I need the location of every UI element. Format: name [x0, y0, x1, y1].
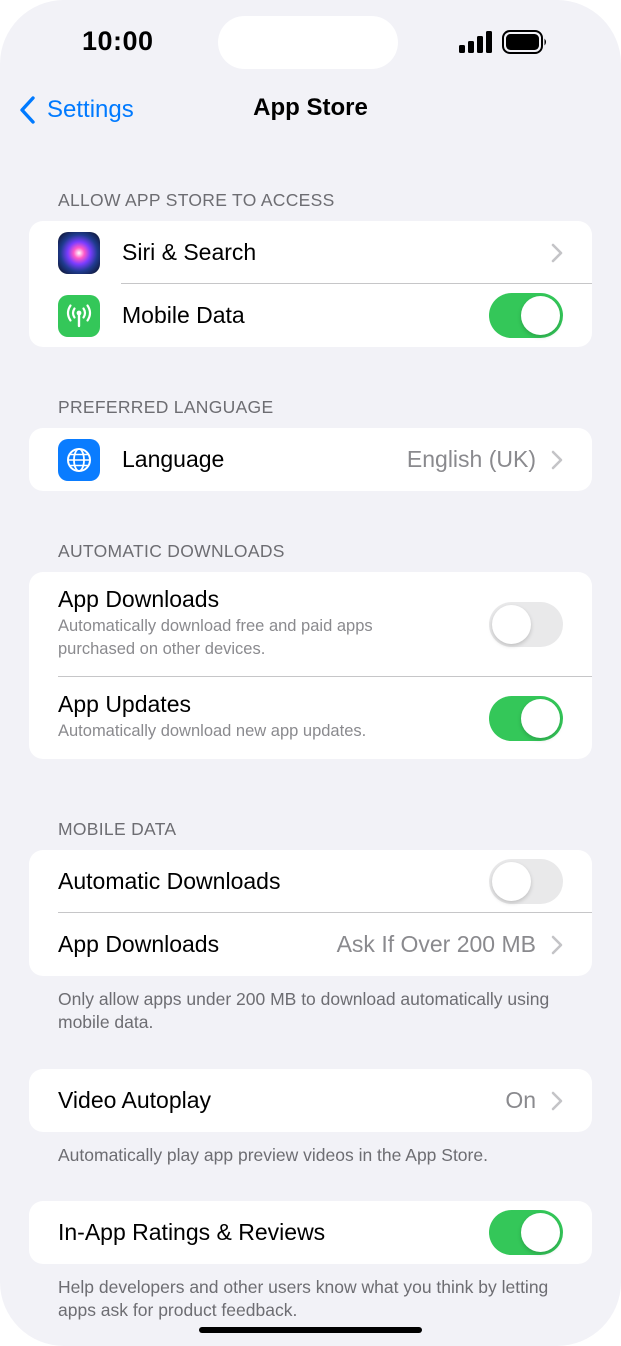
section-header-mobile-data: MOBILE DATA — [58, 819, 177, 839]
mobile-data-toggle[interactable] — [489, 293, 563, 338]
app-updates-row: App Updates Automatically download new a… — [29, 677, 592, 759]
section-header-automatic-downloads: AUTOMATIC DOWNLOADS — [58, 541, 285, 561]
chevron-right-icon — [551, 450, 563, 469]
antenna-icon — [58, 294, 100, 337]
video-footer: Automatically play app preview videos in… — [58, 1145, 488, 1165]
app-downloads-label: App Downloads — [58, 586, 220, 612]
access-group: Siri & Search Mobile Data — [29, 221, 592, 347]
app-updates-label: App Updates — [58, 691, 191, 717]
language-row[interactable]: Language English (UK) — [29, 428, 592, 491]
mobile-data-footer: Only allow apps under 200 MB to download… — [58, 989, 550, 1032]
language-label: Language — [122, 446, 225, 472]
video-autoplay-row[interactable]: Video Autoplay On — [29, 1069, 592, 1132]
globe-icon — [58, 438, 100, 481]
app-downloads-toggle[interactable] — [489, 602, 563, 647]
language-group: Language English (UK) — [29, 428, 592, 491]
status-time: 10:00 — [82, 26, 154, 56]
home-indicator[interactable] — [199, 1327, 422, 1333]
ratings-row: In-App Ratings & Reviews — [29, 1201, 592, 1264]
siri-icon — [58, 231, 100, 274]
chevron-right-icon — [551, 243, 563, 262]
video-autoplay-value: On — [505, 1087, 536, 1113]
cellular-signal-icon — [459, 31, 493, 53]
battery-icon — [502, 30, 546, 54]
automatic-downloads-row: Automatic Downloads — [29, 850, 592, 913]
ratings-footer: Help developers and other users know wha… — [58, 1277, 549, 1320]
siri-search-row[interactable]: Siri & Search — [29, 221, 592, 284]
language-value: English (UK) — [406, 446, 536, 472]
video-group: Video Autoplay On — [29, 1069, 592, 1132]
dynamic-island — [218, 16, 398, 69]
automatic-downloads-group: App Downloads Automatically download fre… — [29, 572, 592, 759]
app-downloads-row: App Downloads Automatically download fre… — [29, 572, 592, 677]
app-downloads-description: Automatically download free and paid app… — [58, 617, 373, 658]
app-updates-toggle[interactable] — [489, 696, 563, 741]
automatic-downloads-toggle[interactable] — [489, 859, 563, 904]
video-autoplay-label: Video Autoplay — [58, 1087, 212, 1113]
ratings-group: In-App Ratings & Reviews — [29, 1201, 592, 1264]
chevron-right-icon — [551, 935, 563, 954]
mobile-data-label: Mobile Data — [122, 302, 245, 328]
settings-screen: 10:00 Settings App Store ALLOW APP STORE… — [0, 0, 621, 1346]
ratings-label: In-App Ratings & Reviews — [58, 1219, 326, 1245]
siri-search-label: Siri & Search — [122, 239, 257, 265]
app-updates-description: Automatically download new app updates. — [58, 722, 367, 740]
section-header-access: ALLOW APP STORE TO ACCESS — [58, 190, 335, 210]
ratings-toggle[interactable] — [489, 1210, 563, 1255]
automatic-downloads-label: Automatic Downloads — [58, 868, 281, 894]
page-title: App Store — [253, 94, 368, 121]
section-header-language: PREFERRED LANGUAGE — [58, 397, 274, 417]
mobile-app-downloads-value: Ask If Over 200 MB — [336, 931, 536, 957]
mobile-data-row: Mobile Data — [29, 284, 592, 347]
chevron-right-icon — [551, 1091, 563, 1110]
mobile-data-group: Automatic Downloads App Downloads Ask If… — [29, 850, 592, 976]
mobile-app-downloads-label: App Downloads — [58, 931, 220, 957]
mobile-app-downloads-row[interactable]: App Downloads Ask If Over 200 MB — [29, 913, 592, 976]
